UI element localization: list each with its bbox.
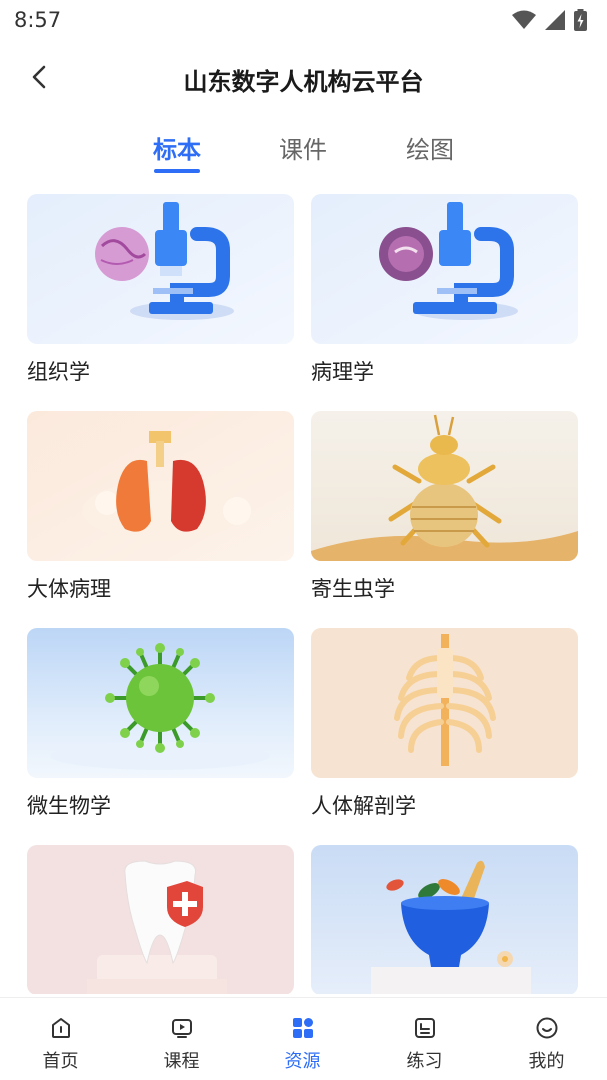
card-label: 病理学 <box>311 360 374 384</box>
card-label: 大体病理 <box>27 577 111 601</box>
card-image-histology <box>27 194 294 344</box>
bottom-navigation: 首页 课程 资源 练习 我的 <box>0 997 607 1080</box>
card-label: 寄生虫学 <box>311 577 395 601</box>
nav-label: 首页 <box>42 1051 79 1072</box>
tab-bar: 标本 课件 绘图 <box>0 122 607 178</box>
practice-icon <box>412 1015 438 1041</box>
card-image-pathology <box>311 194 578 344</box>
nav-resources[interactable]: 资源 <box>242 998 363 1080</box>
nav-practice[interactable]: 练习 <box>364 998 485 1080</box>
card-pathology[interactable]: 病理学 <box>311 194 578 384</box>
nav-profile[interactable]: 我的 <box>486 998 607 1080</box>
wifi-icon <box>512 10 536 29</box>
app-bar: 山东数字人机构云平台 <box>0 44 607 110</box>
card-image-mortar <box>311 845 578 994</box>
resources-grid-icon <box>290 1015 316 1041</box>
cellular-signal-icon <box>545 10 565 30</box>
nav-label: 我的 <box>528 1051 565 1072</box>
specimen-grid: 组织学 病理学 大体病理 寄生虫学 微生物学 人体解剖学 <box>27 194 578 994</box>
card-label: 组织学 <box>27 360 90 384</box>
status-time: 8:57 <box>14 8 62 32</box>
status-icons <box>512 9 587 31</box>
tab-courseware[interactable]: 课件 <box>248 130 358 165</box>
card-parasitology[interactable]: 寄生虫学 <box>311 411 578 601</box>
card-image-tooth <box>27 845 294 994</box>
home-icon <box>48 1015 74 1041</box>
card-histology[interactable]: 组织学 <box>27 194 294 384</box>
card-dentistry[interactable] <box>27 845 294 994</box>
card-image-ribcage <box>311 628 578 778</box>
tab-drawings[interactable]: 绘图 <box>375 130 485 165</box>
card-image-bedbug <box>311 411 578 561</box>
nav-courses[interactable]: 课程 <box>121 998 242 1080</box>
card-image-lungs <box>27 411 294 561</box>
active-tab-indicator <box>154 169 200 173</box>
card-image-virus <box>27 628 294 778</box>
tab-specimens[interactable]: 标本 <box>122 130 232 165</box>
status-bar: 8:57 <box>0 0 607 44</box>
card-microbiology[interactable]: 微生物学 <box>27 628 294 818</box>
card-human-anatomy[interactable]: 人体解剖学 <box>311 628 578 818</box>
nav-label: 练习 <box>406 1051 443 1072</box>
page-title: 山东数字人机构云平台 <box>183 68 424 96</box>
card-label: 人体解剖学 <box>311 794 416 818</box>
card-gross-pathology[interactable]: 大体病理 <box>27 411 294 601</box>
battery-charging-icon <box>574 9 587 31</box>
nav-home[interactable]: 首页 <box>0 998 121 1080</box>
profile-smile-icon <box>534 1015 560 1041</box>
card-label: 微生物学 <box>27 794 111 818</box>
nav-label: 课程 <box>163 1051 200 1072</box>
card-herbal-medicine[interactable] <box>311 845 578 994</box>
course-play-icon <box>169 1015 195 1041</box>
nav-label: 资源 <box>284 1051 321 1072</box>
